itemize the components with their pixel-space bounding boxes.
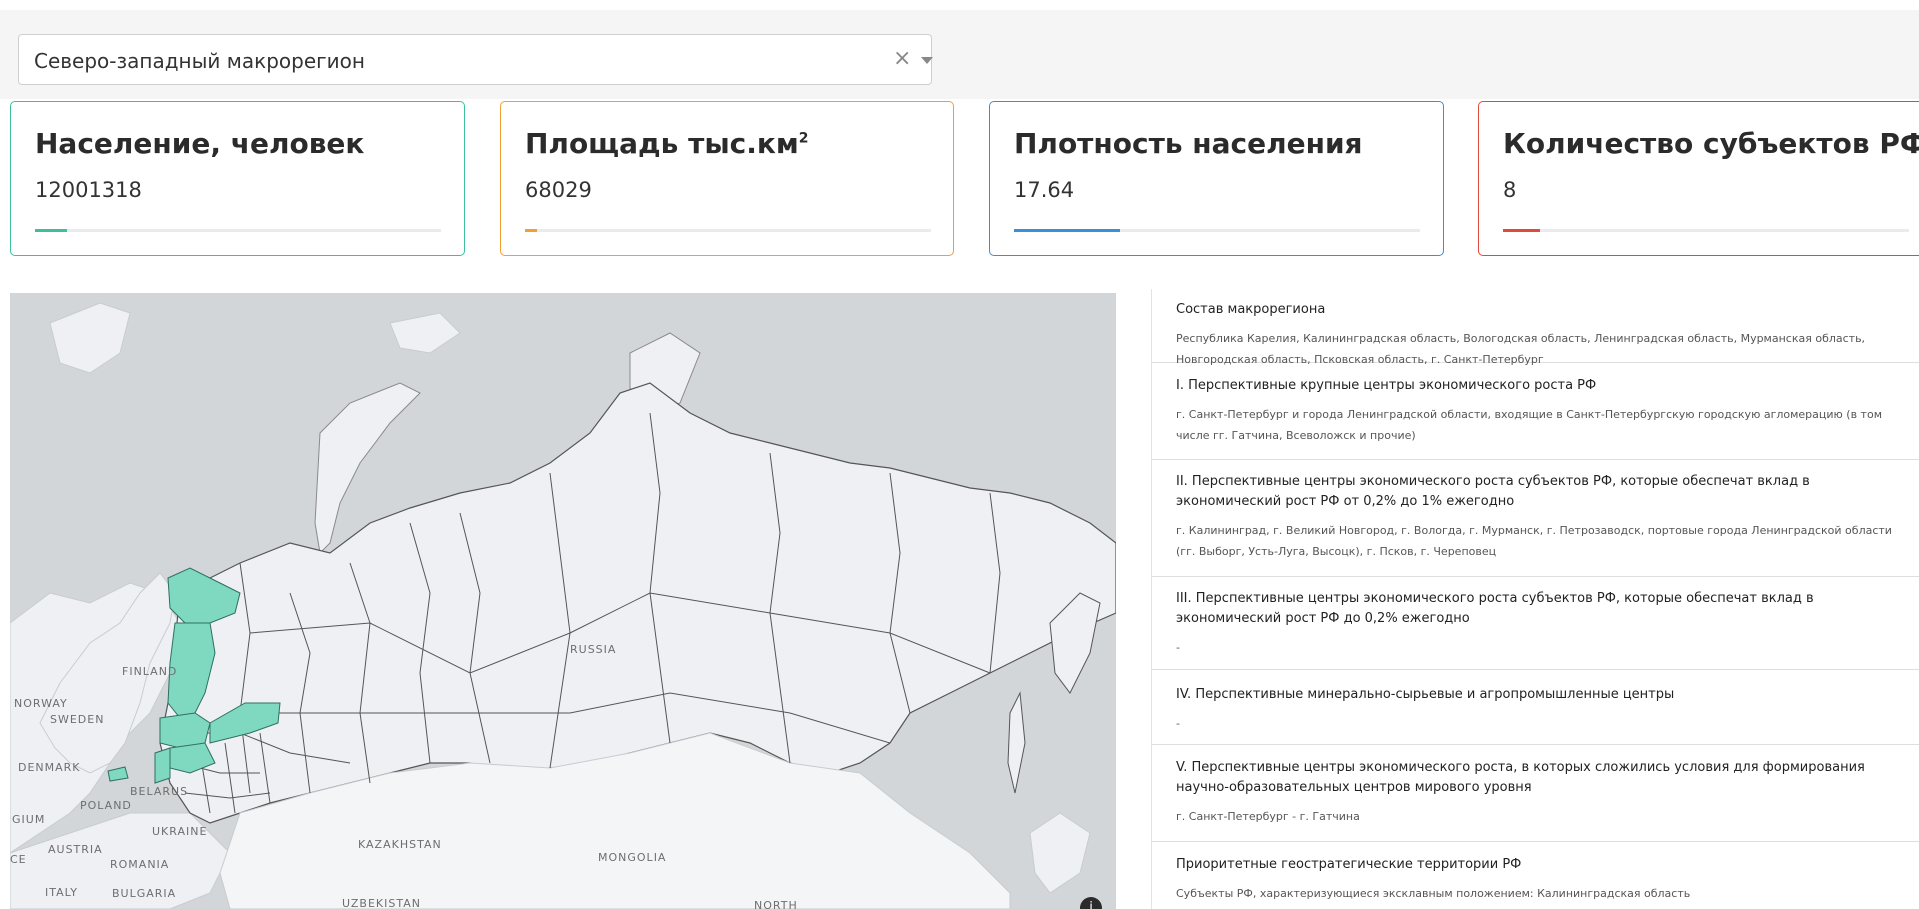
- info-item: V. Перспективные центры экономического р…: [1152, 745, 1919, 842]
- map-label-ukraine: UKRAINE: [152, 825, 208, 838]
- clear-icon[interactable]: ×: [893, 46, 911, 71]
- map-label-romania: ROMANIA: [110, 858, 170, 871]
- land-sakhalin: [1007, 691, 1026, 794]
- kpi-progress-track: [1503, 229, 1909, 232]
- kpi-progress-fill: [525, 229, 538, 232]
- info-item: II. Перспективные центры экономического …: [1152, 460, 1919, 577]
- map-canvas: [10, 302, 1116, 909]
- map-label-north: NORTH: [754, 899, 798, 909]
- kpi-value: 68029: [525, 178, 592, 202]
- filter-bar: Северо-западный макрорегион ×: [0, 10, 1919, 99]
- region-pskov: [154, 747, 171, 784]
- info-item-body: г. Санкт-Петербург и города Ленинградско…: [1176, 408, 1882, 442]
- land-svalbard: [49, 302, 131, 374]
- map-label-kazakhstan: KAZAKHSTAN: [358, 838, 442, 851]
- info-item: IV. Перспективные минерально-сырьевые и …: [1152, 670, 1919, 745]
- map-label-uzbekistan: UZBEKISTAN: [342, 897, 421, 909]
- info-item: I. Перспективные крупные центры экономич…: [1152, 363, 1919, 460]
- info-item: Состав макрорегиона Республика Карелия, …: [1152, 289, 1919, 366]
- info-item-body: г. Калининград, г. Великий Новгород, г. …: [1176, 524, 1892, 558]
- map-label-austria: AUSTRIA: [48, 843, 103, 856]
- info-item-title: Приоритетные геостратегические территори…: [1176, 857, 1522, 872]
- kpi-card-area: Площадь тыс.км2 68029: [500, 101, 954, 256]
- info-item: III. Перспективные центры экономического…: [1152, 577, 1919, 670]
- info-item-body: -: [1176, 717, 1180, 730]
- map-label-mongolia: MONGOLIA: [598, 851, 667, 864]
- kpi-progress-fill: [1503, 229, 1540, 232]
- info-item-title: V. Перспективные центры экономического р…: [1176, 760, 1865, 795]
- map-label-belarus: BELARUS: [130, 785, 189, 798]
- chevron-down-icon[interactable]: [921, 57, 933, 64]
- region-leningrad: [159, 712, 211, 749]
- info-item-title: I. Перспективные крупные центры экономич…: [1176, 378, 1597, 393]
- map-label-bulgaria: BULGARIA: [112, 887, 177, 900]
- macroregion-select-value: Северо-западный макрорегион: [34, 49, 365, 73]
- info-item: Приоритетные геостратегические территори…: [1152, 842, 1919, 909]
- map-label-ce: CE: [10, 853, 27, 866]
- kpi-card-subjects: Количество субъектов РФ 8: [1478, 101, 1919, 256]
- map-label-finland: FINLAND: [122, 665, 178, 678]
- map-label-italy: ITALY: [45, 886, 79, 899]
- map-label-sweden: SWEDEN: [50, 713, 105, 726]
- kpi-value: 12001318: [35, 178, 142, 202]
- kpi-value: 8: [1503, 178, 1517, 202]
- kpi-title: Население, человек: [35, 127, 365, 160]
- info-item-title: IV. Перспективные минерально-сырьевые и …: [1176, 687, 1675, 702]
- kpi-card-density: Плотность населения 17.64: [989, 101, 1444, 256]
- macroregion-info-panel: Состав макрорегиона Республика Карелия, …: [1151, 289, 1919, 909]
- kpi-progress-track: [525, 229, 931, 232]
- info-item-title: Состав макрорегиона: [1176, 302, 1326, 317]
- info-item-title: II. Перспективные центры экономического …: [1176, 474, 1810, 509]
- kpi-title: Площадь тыс.км2: [525, 127, 809, 160]
- land-japan: [1029, 812, 1091, 894]
- region-kaliningrad: [107, 766, 129, 782]
- kpi-progress-track: [1014, 229, 1420, 232]
- map-label-russia: RUSSIA: [570, 643, 617, 656]
- kpi-progress-fill: [35, 229, 68, 232]
- kpi-card-population: Население, человек 12001318: [10, 101, 465, 256]
- info-item-body: -: [1176, 641, 1180, 654]
- russia-map[interactable]: RUSSIA FINLAND NORWAY SWEDEN DENMARK POL…: [10, 293, 1116, 909]
- kpi-title: Количество субъектов РФ: [1503, 127, 1919, 160]
- land-franz-josef: [389, 312, 461, 354]
- kpi-progress-fill: [1014, 229, 1120, 232]
- map-label-denmark: DENMARK: [18, 761, 81, 774]
- macroregion-select[interactable]: Северо-западный макрорегион ×: [18, 34, 933, 85]
- map-label-gium: GIUM: [12, 813, 46, 826]
- map-label-norway: NORWAY: [14, 697, 68, 710]
- info-item-body: г. Санкт-Петербург - г. Гатчина: [1176, 810, 1360, 823]
- kpi-title: Плотность населения: [1014, 127, 1363, 160]
- info-item-body: Субъекты РФ, характеризующиеся эксклавны…: [1176, 887, 1691, 900]
- map-label-poland: POLAND: [80, 799, 132, 812]
- kpi-progress-track: [35, 229, 441, 232]
- info-item-title: III. Перспективные центры экономического…: [1176, 591, 1814, 626]
- kpi-value: 17.64: [1014, 178, 1075, 202]
